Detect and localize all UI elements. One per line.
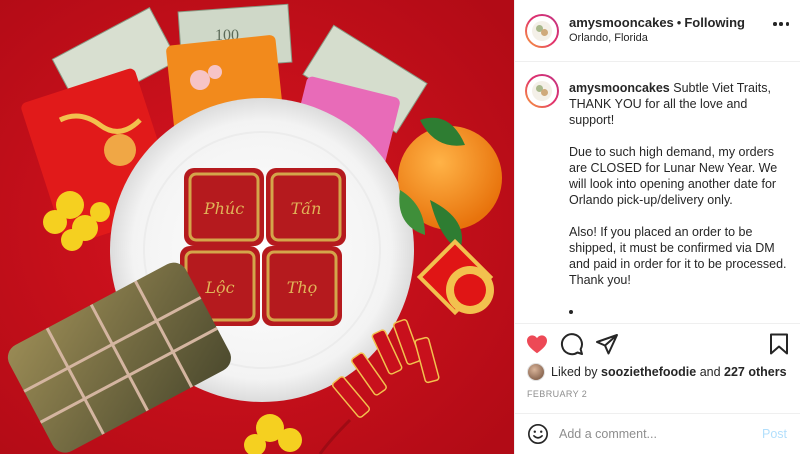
post-comment-button[interactable]: Post bbox=[762, 427, 787, 441]
caption-text: Subtle Viet Traits, THANK YOU for all th… bbox=[569, 81, 787, 287]
caption-avatar[interactable] bbox=[525, 74, 559, 108]
liker-username[interactable]: sooziethefoodie bbox=[601, 365, 696, 379]
post-image: 100 Phúc Tấn Lộc Thọ bbox=[0, 0, 514, 454]
more-horizontal-icon[interactable] bbox=[773, 22, 789, 26]
smile-icon[interactable] bbox=[527, 423, 549, 445]
likes-others-link[interactable]: 227 others bbox=[724, 365, 787, 379]
profile-avatar[interactable] bbox=[525, 14, 559, 48]
brand-logo bbox=[532, 21, 552, 41]
location-link[interactable]: Orlando, Florida bbox=[569, 32, 648, 44]
comment-input[interactable] bbox=[559, 425, 749, 443]
caption-username[interactable]: amysmooncakes bbox=[569, 81, 670, 95]
post-header: amysmooncakes • Following Orlando, Florida bbox=[515, 0, 800, 62]
post-caption: amysmooncakes Subtle Viet Traits, THANK … bbox=[515, 62, 800, 324]
comment-bar: Post bbox=[515, 413, 800, 454]
header-separator: • bbox=[676, 15, 682, 30]
brand-logo bbox=[532, 81, 552, 101]
mooncake-label-0: Phúc bbox=[203, 199, 244, 218]
post-side-panel: amysmooncakes • Following Orlando, Florida… bbox=[514, 0, 800, 454]
following-button[interactable]: Following bbox=[684, 15, 745, 30]
mooncake-label-1: Tấn bbox=[291, 199, 322, 218]
header-username[interactable]: amysmooncakes bbox=[569, 15, 674, 30]
post-actions bbox=[515, 326, 800, 362]
caption-overflow-dot bbox=[569, 310, 573, 314]
mooncake-label-2: Lộc bbox=[204, 278, 234, 297]
share-icon[interactable] bbox=[595, 332, 619, 356]
likes-and: and bbox=[699, 365, 721, 379]
comment-icon[interactable] bbox=[560, 332, 584, 356]
mooncake-label-3: Thọ bbox=[287, 278, 318, 297]
likes-prefix: Liked by bbox=[551, 365, 598, 379]
post-photo[interactable]: 100 Phúc Tấn Lộc Thọ bbox=[0, 0, 514, 454]
bookmark-icon[interactable] bbox=[767, 332, 791, 356]
post-date[interactable]: FEBRUARY 2 bbox=[527, 389, 587, 399]
heart-filled-icon[interactable] bbox=[525, 332, 549, 356]
likes-summary: Liked by sooziethefoodie and 227 others bbox=[527, 362, 787, 382]
liker-avatar[interactable] bbox=[527, 363, 545, 381]
